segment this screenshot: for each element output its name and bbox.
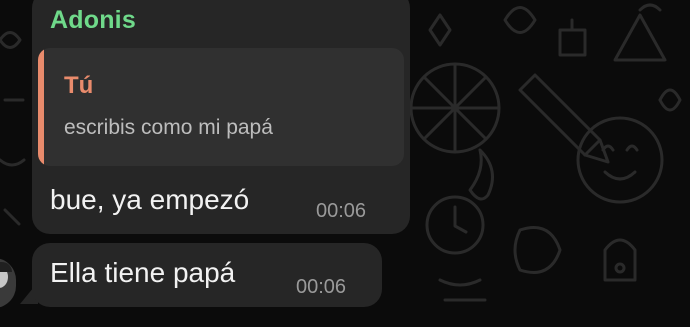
message-timestamp: 00:06 — [296, 276, 347, 298]
message-timestamp: 00:06 — [316, 200, 367, 222]
quote-author: Tú — [64, 72, 94, 99]
message-text: bue, ya empezó — [50, 184, 250, 215]
quoted-reply[interactable]: Tú escribis como mi papá — [38, 48, 404, 166]
message-text: Ella tiene papá — [50, 257, 236, 288]
quote-accent-bar — [38, 48, 44, 166]
quote-text: escribis como mi papá — [64, 116, 273, 139]
sender-name[interactable]: Adonis — [50, 6, 136, 35]
